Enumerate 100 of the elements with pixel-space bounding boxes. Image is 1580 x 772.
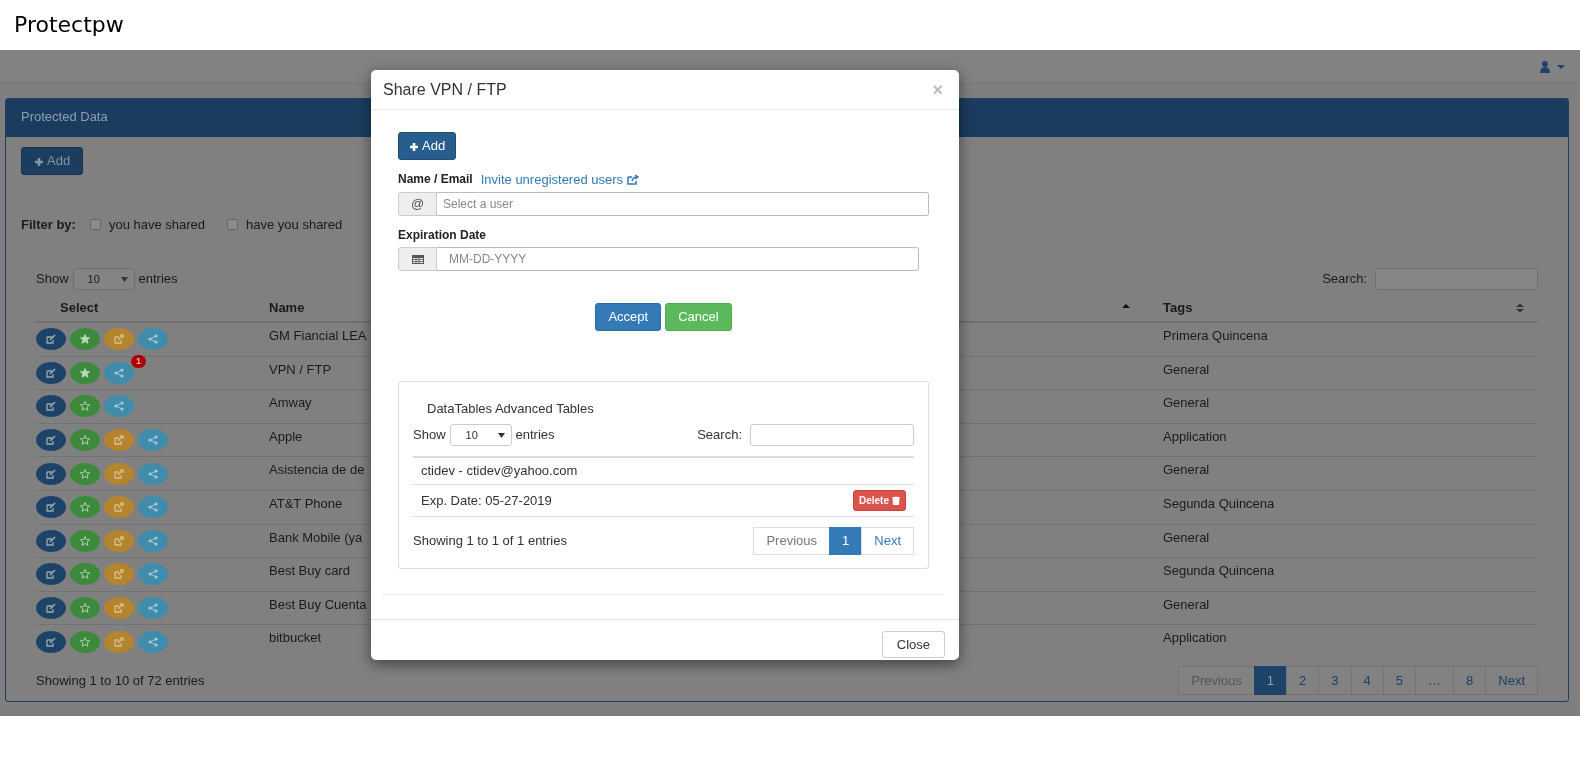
entries-select[interactable]: 10 (449, 424, 512, 446)
table-cell-text: General (1163, 595, 1210, 614)
action-button[interactable] (138, 429, 168, 452)
action-button[interactable] (104, 630, 134, 653)
delete-button[interactable]: Delete (853, 490, 906, 511)
page-link[interactable]: 1 (829, 527, 863, 555)
action-button[interactable] (104, 429, 134, 452)
action-button[interactable] (104, 597, 134, 620)
column-header[interactable]: Select (60, 297, 99, 318)
add-button[interactable]: Add (21, 147, 84, 175)
page-link[interactable]: Next (861, 527, 914, 555)
field-label: Name / Email (398, 171, 473, 189)
action-button[interactable] (104, 395, 134, 418)
user-select-field[interactable]: Select a user (437, 192, 929, 216)
length-label: Show (413, 426, 446, 445)
action-button[interactable] (36, 462, 66, 485)
action-button[interactable] (70, 597, 100, 620)
action-button[interactable] (70, 462, 100, 485)
action-button[interactable] (70, 429, 100, 452)
action-button[interactable] (70, 395, 100, 418)
column-header[interactable]: Name (269, 297, 305, 318)
action-button[interactable] (70, 630, 100, 653)
close-button[interactable]: Close (881, 630, 945, 658)
action-button[interactable] (138, 529, 168, 552)
table-cell-text: Bank Mobile (ya (269, 528, 363, 547)
action-button[interactable] (36, 361, 66, 384)
dialog-title: Share VPN / FTP (383, 79, 507, 100)
action-button[interactable] (138, 630, 168, 653)
action-button[interactable] (36, 529, 66, 552)
action-button[interactable] (70, 563, 100, 586)
action-button[interactable] (36, 630, 66, 653)
page-link[interactable]: 8 (1453, 665, 1487, 696)
external-link-icon (114, 502, 124, 513)
share-icon (148, 535, 158, 546)
action-button[interactable] (138, 462, 168, 485)
external-link-icon (114, 535, 124, 546)
star-icon (80, 636, 90, 647)
table-cell-text: Segunda Quincena (1163, 562, 1275, 581)
page-link[interactable]: 2 (1286, 665, 1320, 696)
page-link[interactable]: 1 (1253, 665, 1288, 696)
caret-icon (120, 276, 128, 282)
star-icon (80, 603, 90, 614)
action-button[interactable] (138, 597, 168, 620)
page-link[interactable]: Next (1485, 665, 1538, 696)
share-icon (148, 435, 158, 446)
edit-icon (46, 502, 56, 513)
table-cell-text: Apple (269, 427, 303, 446)
page-link[interactable]: 5 (1382, 665, 1417, 696)
action-button[interactable] (36, 395, 66, 418)
external-link-icon (114, 334, 124, 345)
cancel-button[interactable]: Cancel (665, 303, 732, 331)
table-cell-text: Exp. Date: 05-27-2019 (421, 491, 552, 510)
table-info: Showing 1 to 1 of 1 entries (413, 532, 567, 550)
filter-checkbox[interactable]: have you shared (227, 214, 343, 234)
share-icon (114, 401, 124, 412)
table-cell-text: General (1163, 461, 1210, 480)
column-header[interactable]: Tags (1163, 297, 1193, 318)
table-cell-text: ctidev - ctidev@yahoo.com (421, 462, 578, 481)
entries-select[interactable]: 10 (72, 268, 135, 290)
table-cell-text: General (1163, 360, 1210, 379)
action-button[interactable] (104, 563, 134, 586)
expiration-date-field[interactable]: MM-DD-YYYY (437, 247, 919, 271)
filter-checkbox[interactable]: you have shared (89, 214, 206, 234)
action-button[interactable] (36, 597, 66, 620)
length-label: Show (36, 270, 69, 289)
action-button[interactable] (70, 529, 100, 552)
action-button[interactable] (36, 328, 66, 351)
edit-icon (46, 435, 56, 446)
action-button[interactable] (104, 462, 134, 485)
table-cell-text: Primera Quincena (1163, 327, 1268, 345)
invite-link[interactable]: Invite unregistered users (480, 169, 640, 189)
table-cell-text: AT&T Phone (269, 494, 343, 513)
action-button[interactable] (104, 529, 134, 552)
external-link-icon (114, 468, 124, 479)
add-button[interactable]: Add (398, 132, 457, 160)
filter-label: Filter by: (21, 215, 76, 234)
action-button[interactable] (36, 496, 66, 519)
action-button[interactable] (70, 328, 100, 351)
action-button[interactable] (70, 496, 100, 519)
action-button[interactable] (70, 361, 100, 384)
external-link-icon (114, 603, 124, 614)
page-link[interactable]: 3 (1318, 665, 1352, 696)
action-button[interactable] (138, 496, 168, 519)
action-button[interactable] (138, 563, 168, 586)
action-button[interactable] (104, 361, 134, 384)
accept-button[interactable]: Accept (595, 303, 662, 331)
table-cell-text: GM Fiancial LEA (269, 327, 367, 345)
page-link[interactable]: … (1415, 665, 1455, 696)
page-title: Protectpw (13, 11, 125, 39)
calendar-icon (398, 247, 437, 271)
table-cell-text: Application (1163, 427, 1227, 446)
action-button[interactable] (138, 328, 168, 351)
action-button[interactable] (36, 563, 66, 586)
share-icon (148, 636, 158, 647)
table-cell-text: Best Buy card (269, 562, 350, 581)
action-button[interactable] (104, 328, 134, 351)
action-button[interactable] (104, 496, 134, 519)
star-icon (80, 502, 90, 513)
page-link[interactable]: 4 (1350, 665, 1384, 696)
action-button[interactable] (36, 429, 66, 452)
